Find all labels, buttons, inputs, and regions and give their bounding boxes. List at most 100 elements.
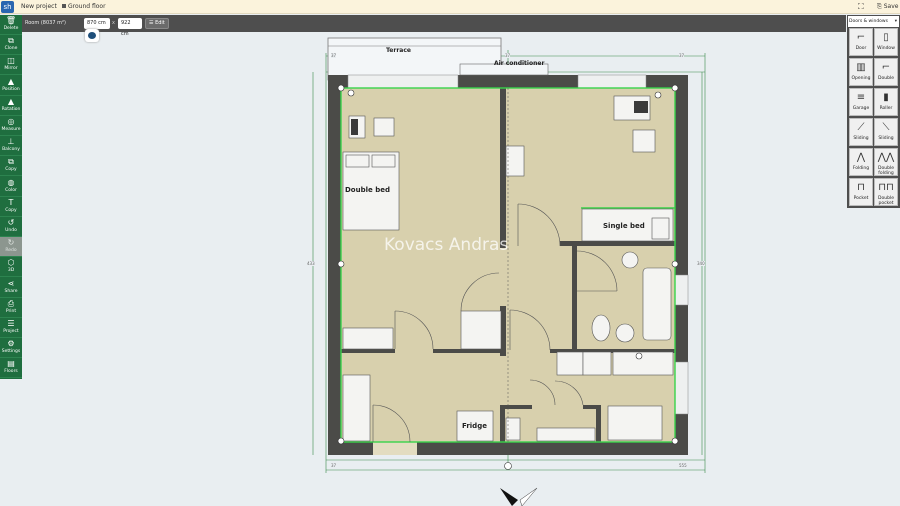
undo-icon: ↺ (7, 218, 15, 227)
dim-label: 37 (331, 53, 337, 58)
air-conditioner-label: Air conditioner (494, 60, 545, 67)
top-bar: sh New project Ground floor ⛶ ⎘ Save (0, 0, 900, 14)
floor-name: Ground floor (68, 3, 106, 10)
tool-mirror-button[interactable]: ◫ Mirror (0, 55, 22, 76)
save-button[interactable]: ⎘ Save (877, 3, 898, 11)
tile-label: Opening (851, 76, 871, 81)
watermark: Kovacs Andras (384, 235, 509, 255)
tile-garage[interactable]: ≡ Garage (849, 88, 873, 116)
project-name[interactable]: New project (21, 3, 57, 10)
tool-label: 3D (7, 268, 15, 274)
settings-icon: ⚙ (7, 339, 15, 349)
tool-label: Position (2, 86, 20, 92)
tool-label: Print (5, 308, 17, 314)
roller-icon: ▮ (883, 92, 889, 103)
compass-icon (500, 487, 538, 506)
tile-roller[interactable]: ▮ Roller (874, 88, 898, 116)
bathtub (642, 267, 672, 341)
room-depth-input[interactable]: 922 cm (118, 18, 142, 37)
tool-3d-button[interactable]: ⬡ 3D (0, 257, 22, 278)
tool-rotation-button[interactable]: ▲ Rotation (0, 96, 22, 116)
tile-label: Double (878, 76, 894, 81)
edit-button[interactable]: ☰ Edit (145, 18, 169, 29)
tool-balcony-button[interactable]: ⊥ Balcony (0, 136, 22, 157)
left-toolbar: 🗑 Delete ⧉ Clone ◫ Mirror ▲ Position ▲ Rotation ◎ M… (0, 15, 22, 379)
tool-project-button[interactable]: ☰ Project (0, 318, 22, 338)
tool-delete-button[interactable]: 🗑 Delete (0, 15, 22, 35)
double-pocket-icon: ⊓⊓ (878, 182, 894, 193)
tool-settings-button[interactable]: ⚙ Settings (0, 338, 22, 359)
tool-label: Share (4, 288, 18, 294)
tile-door[interactable]: ⌐ Door (849, 28, 873, 56)
room-label: Room (8037 m²) (25, 20, 66, 26)
floor-plan-canvas[interactable] (300, 36, 720, 506)
tool-share-button[interactable]: ⋖ Share (0, 278, 22, 298)
color-icon: ◍ (7, 177, 15, 187)
doors-windows-panel: Doors & windows ▾ ⌐ Door ▯ Window ▥ Opening ⌐ Do… (847, 15, 900, 208)
category-dropdown[interactable]: Doors & windows ▾ (848, 16, 899, 27)
tile-sliding[interactable]: ⟍ Sliding (874, 118, 898, 146)
tool-label: Measure (1, 127, 21, 132)
toilet (591, 314, 611, 342)
print-icon: ⎙ (7, 298, 15, 308)
tool-label: Mirror (4, 66, 18, 72)
tile-label: Garage (852, 106, 870, 111)
tool-measure-button[interactable]: ◎ Measure (0, 116, 22, 136)
tile-sliding[interactable]: ⟋ Sliding (849, 118, 873, 146)
tool-label: Rotation (1, 106, 21, 112)
tool-label: Copy (5, 167, 17, 173)
tile-double-pocket[interactable]: ⊓⊓ Double pocket (874, 178, 898, 206)
floors-icon: ▤ (7, 359, 15, 369)
double-icon: ⌐ (881, 62, 891, 73)
tool-floors-button[interactable]: ▤ Floors (0, 358, 22, 379)
tile-label: Roller (879, 106, 893, 111)
tool-copy-button[interactable]: T Copy (0, 197, 22, 217)
tile-label: Folding (852, 166, 870, 171)
tile-label: Door (855, 46, 867, 51)
tool-clone-button[interactable]: ⧉ Clone (0, 35, 22, 56)
tile-label: Double pocket (878, 196, 894, 206)
tool-label: Project (3, 329, 19, 334)
sink (621, 251, 639, 269)
dim-label: 37 (331, 463, 337, 468)
tile-double[interactable]: ⌐ Double (874, 58, 898, 86)
pocket-icon: ⊓ (857, 182, 865, 193)
tool-label: Copy (5, 207, 17, 213)
sliding-icon: ⟍ (882, 122, 890, 133)
tool-redo-button[interactable]: ↻ Redo (0, 237, 22, 258)
tool-position-button[interactable]: ▲ Position (0, 76, 22, 96)
room-floor-button[interactable] (85, 29, 99, 42)
copy-icon: ⧉ (8, 157, 14, 167)
save-icon: ⎘ (877, 3, 882, 10)
tool-copy-button[interactable]: ⧉ Copy (0, 156, 22, 177)
tile-label: Pocket (853, 196, 869, 201)
measure-icon: ◎ (7, 117, 15, 126)
sliders-icon: ☰ (149, 20, 154, 26)
tile-folding[interactable]: ⋀ Folding (849, 148, 873, 176)
folding-icon: ⋀ (856, 152, 866, 163)
tool-undo-button[interactable]: ↺ Undo (0, 217, 22, 237)
tool-print-button[interactable]: ⎙ Print (0, 298, 22, 318)
balcony-icon: ⊥ (7, 137, 15, 147)
tile-double-folding[interactable]: ⋀⋀ Double folding (874, 148, 898, 176)
tool-label: Color (5, 187, 17, 193)
door-icon: ⌐ (856, 32, 866, 43)
garage-icon: ≡ (856, 92, 866, 103)
tile-label: Sliding (853, 136, 869, 141)
tile-pocket[interactable]: ⊓ Pocket (849, 178, 873, 206)
tool-label: Clone (4, 46, 18, 52)
app-logo[interactable]: sh (1, 1, 14, 13)
tile-window[interactable]: ▯ Window (874, 28, 898, 56)
wardrobe (342, 374, 371, 442)
fullscreen-icon[interactable]: ⛶ (858, 2, 864, 12)
tool-label: Settings (1, 349, 21, 355)
room-width-input[interactable]: 870 cm (84, 18, 110, 29)
dining-table (607, 405, 663, 441)
floor-selector[interactable]: Ground floor (62, 3, 106, 10)
washbasin (615, 323, 635, 343)
tool-color-button[interactable]: ◍ Color (0, 177, 22, 197)
sliding-icon: ⟋ (857, 122, 865, 133)
room-properties-bar: Room (8037 m²) 870 cm x 922 cm ☰ Edit (22, 15, 846, 37)
tile-label: Sliding (878, 136, 894, 141)
tile-opening[interactable]: ▥ Opening (849, 58, 873, 86)
